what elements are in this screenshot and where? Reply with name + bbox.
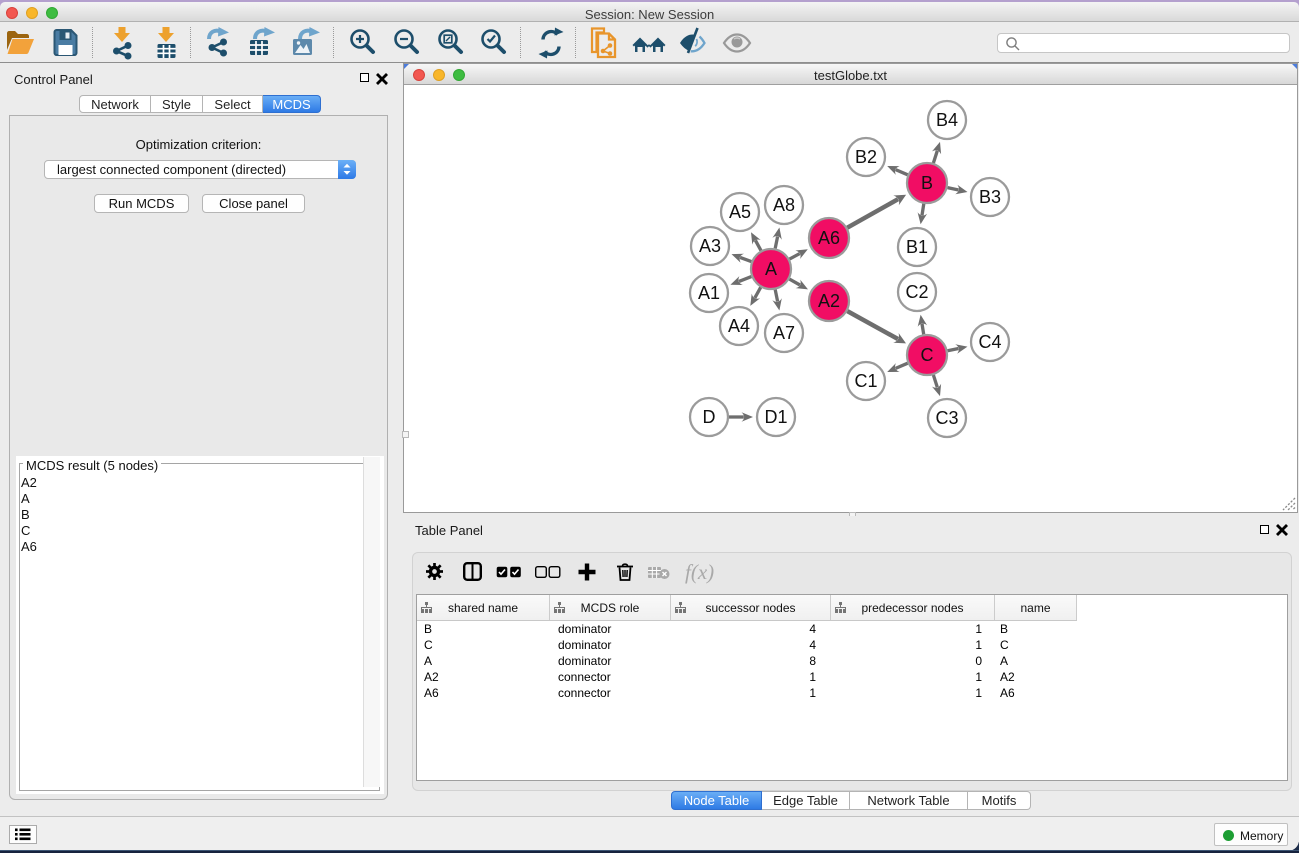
svg-text:A: A bbox=[765, 259, 777, 279]
svg-text:A6: A6 bbox=[818, 228, 840, 248]
svg-text:A2: A2 bbox=[818, 291, 840, 311]
svg-text:B3: B3 bbox=[979, 187, 1001, 207]
svg-text:C1: C1 bbox=[854, 371, 877, 391]
svg-text:B4: B4 bbox=[936, 110, 958, 130]
svg-text:A4: A4 bbox=[728, 316, 750, 336]
svg-text:A3: A3 bbox=[699, 236, 721, 256]
svg-text:C2: C2 bbox=[905, 282, 928, 302]
svg-text:D: D bbox=[703, 407, 716, 427]
svg-text:B1: B1 bbox=[906, 237, 928, 257]
svg-text:C4: C4 bbox=[978, 332, 1001, 352]
svg-text:B: B bbox=[921, 173, 933, 193]
svg-text:A1: A1 bbox=[698, 283, 720, 303]
svg-text:C3: C3 bbox=[935, 408, 958, 428]
svg-text:B2: B2 bbox=[855, 147, 877, 167]
svg-text:C: C bbox=[921, 345, 934, 365]
svg-text:A8: A8 bbox=[773, 195, 795, 215]
svg-text:A7: A7 bbox=[773, 323, 795, 343]
svg-text:A5: A5 bbox=[729, 202, 751, 222]
svg-text:D1: D1 bbox=[764, 407, 787, 427]
